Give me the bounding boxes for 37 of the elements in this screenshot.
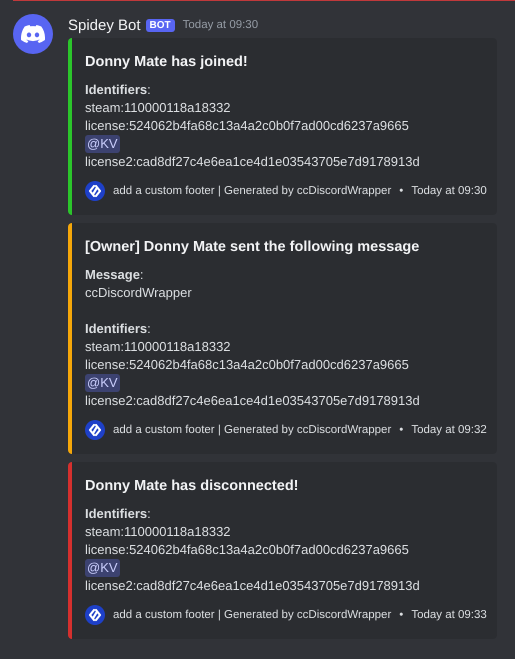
footer-text: add a custom footer | Generated by ccDiscordWrapper [113,423,392,438]
message-timestamp: Today at 09:30 [182,19,258,31]
identifier-text: license:524062b4fa68c13a4a2c0b0f7ad00cd6237a9665 [85,356,410,374]
field-label: Message: [85,266,145,284]
footer-separator: • [399,608,404,623]
footer-timestamp: Today at 09:33 [411,608,487,623]
identifier-text: license:524062b4fa68c13a4a2c0b0f7ad00cd6237a9665 [85,117,410,135]
identifier-text: steam:110000118a18332 [85,338,232,356]
user-mention[interactable]: @KV [85,559,120,577]
identifier-text: license2:cad8df27c4e6ea1ce4d1e03543705e7d9178913d [85,392,421,410]
footer-timestamp: Today at 09:32 [411,423,487,438]
user-mention[interactable]: @KV [85,374,120,392]
footer-text: add a custom footer | Generated by ccDiscordWrapper [113,184,392,199]
footer-separator: • [399,184,404,199]
identifier-text: license2:cad8df27c4e6ea1ce4d1e03543705e7d9178913d [85,577,421,595]
footer-logo-icon [85,605,105,625]
embed-title: [Owner] Donny Mate sent the following message [85,238,420,256]
field-label: Identifiers: [85,505,152,523]
bot-avatar[interactable] [13,14,53,54]
footer-separator: • [399,423,404,438]
identifier-text: ccDiscordWrapper [85,284,193,302]
author-name[interactable]: Spidey Bot [68,16,141,34]
game-controller-icon [21,25,45,43]
identifier-text: license2:cad8df27c4e6ea1ce4d1e03543705e7d9178913d [85,153,421,171]
embed-title: Donny Mate has disconnected! [85,477,300,495]
identifier-text: steam:110000118a18332 [85,523,232,541]
identifier-text: license:524062b4fa68c13a4a2c0b0f7ad00cd6237a9665 [85,541,410,559]
footer-text: add a custom footer | Generated by ccDiscordWrapper [113,608,392,623]
field-label: Identifiers: [85,81,152,99]
footer-timestamp: Today at 09:30 [411,184,487,199]
user-mention[interactable]: @KV [85,135,120,153]
footer-logo-icon [85,420,105,440]
embed-title: Donny Mate has joined! [85,53,249,71]
identifier-text: steam:110000118a18332 [85,99,232,117]
bot-badge: BOT [146,18,175,32]
field-label: Identifiers: [85,320,152,338]
footer-logo-icon [85,181,105,201]
